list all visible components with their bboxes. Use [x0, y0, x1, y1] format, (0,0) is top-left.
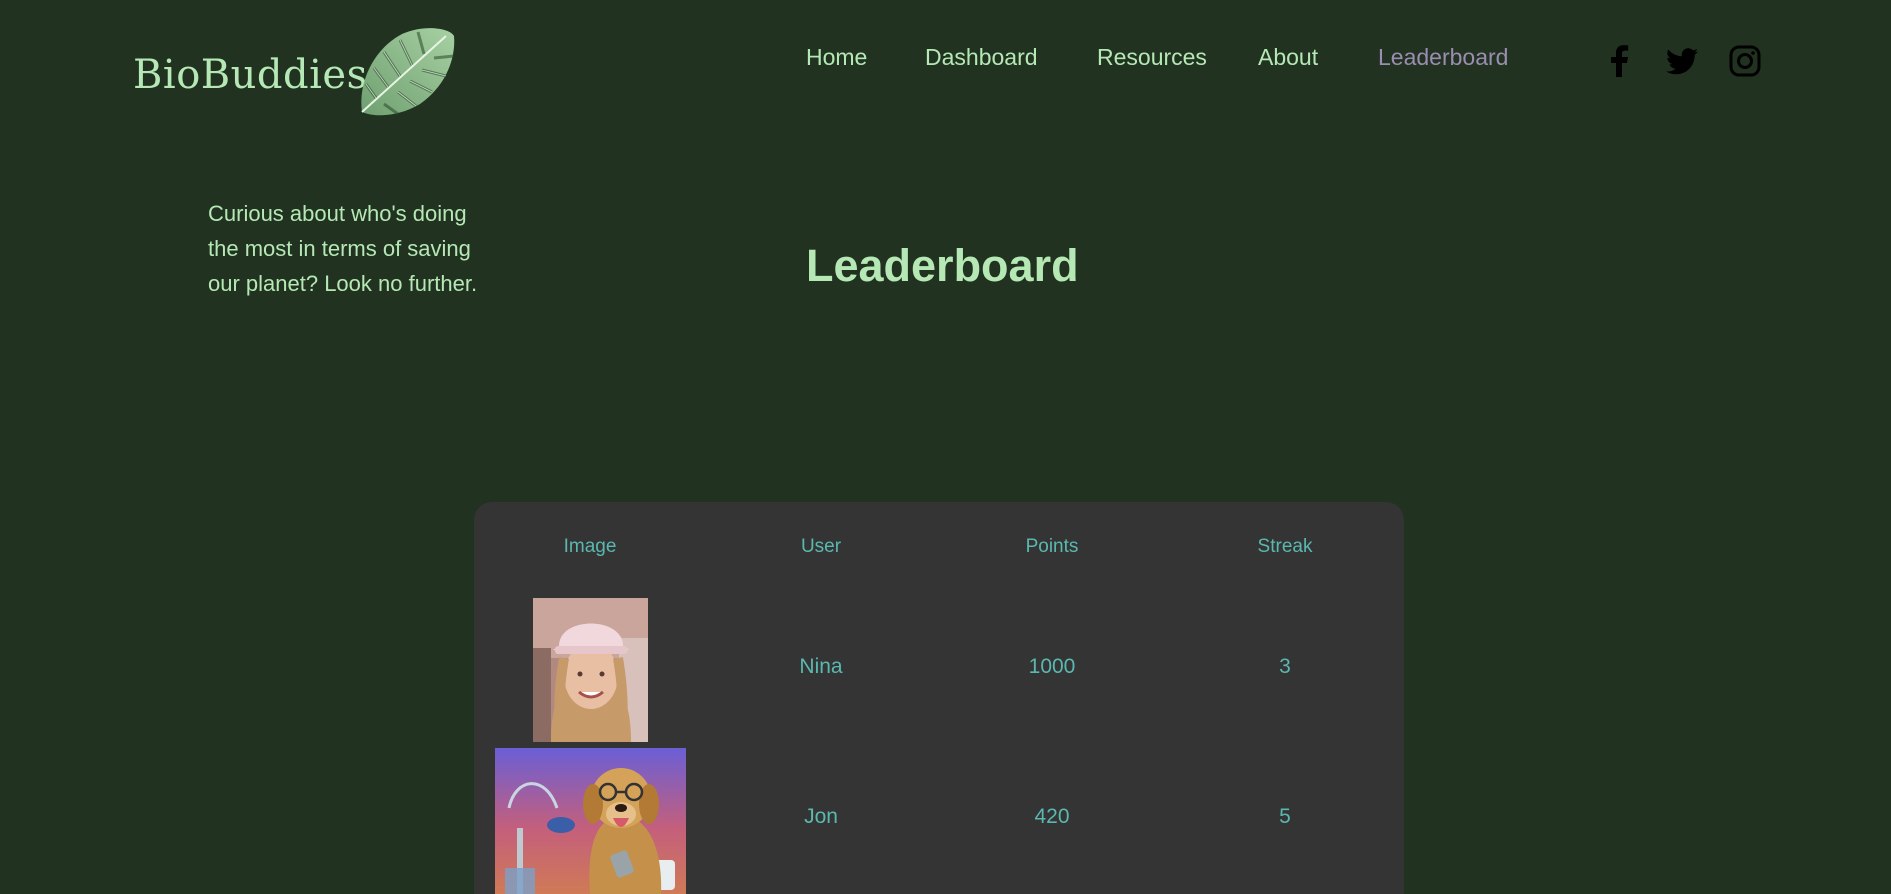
facebook-icon[interactable] — [1602, 44, 1636, 78]
user-name: Jon — [804, 805, 838, 828]
leaderboard-table: Image User Points Streak Nina 1000 3 Jon… — [474, 502, 1404, 894]
user-streak: 5 — [1279, 805, 1291, 828]
column-header-user: User — [800, 536, 842, 557]
user-streak: 3 — [1279, 655, 1291, 678]
brand-logo-text[interactable]: BioBuddies — [133, 52, 368, 98]
user-points: 420 — [1034, 805, 1070, 828]
nav-dashboard[interactable]: Dashboard — [925, 44, 1038, 71]
twitter-icon[interactable] — [1665, 44, 1699, 78]
user-name: Nina — [799, 655, 843, 678]
user-points: 1000 — [1028, 655, 1076, 678]
user-photo-nina — [533, 598, 648, 742]
monstera-leaf-icon[interactable] — [354, 24, 458, 118]
intro-text: Curious about who's doing the most in te… — [208, 201, 478, 296]
page: BioBuddies Home Dashboard Resources Abou… — [0, 0, 1891, 894]
nav-home[interactable]: Home — [806, 44, 867, 71]
instagram-icon[interactable] — [1728, 44, 1762, 78]
column-header-points: Points — [1025, 536, 1079, 557]
dog-photo-jon — [495, 748, 686, 894]
column-header-image: Image — [563, 536, 617, 557]
nav-leaderboard[interactable]: Leaderboard — [1378, 44, 1508, 71]
nav-resources[interactable]: Resources — [1097, 44, 1207, 71]
page-title: Leaderboard — [806, 240, 1079, 291]
column-header-streak: Streak — [1257, 536, 1313, 557]
nav-about[interactable]: About — [1258, 44, 1318, 71]
